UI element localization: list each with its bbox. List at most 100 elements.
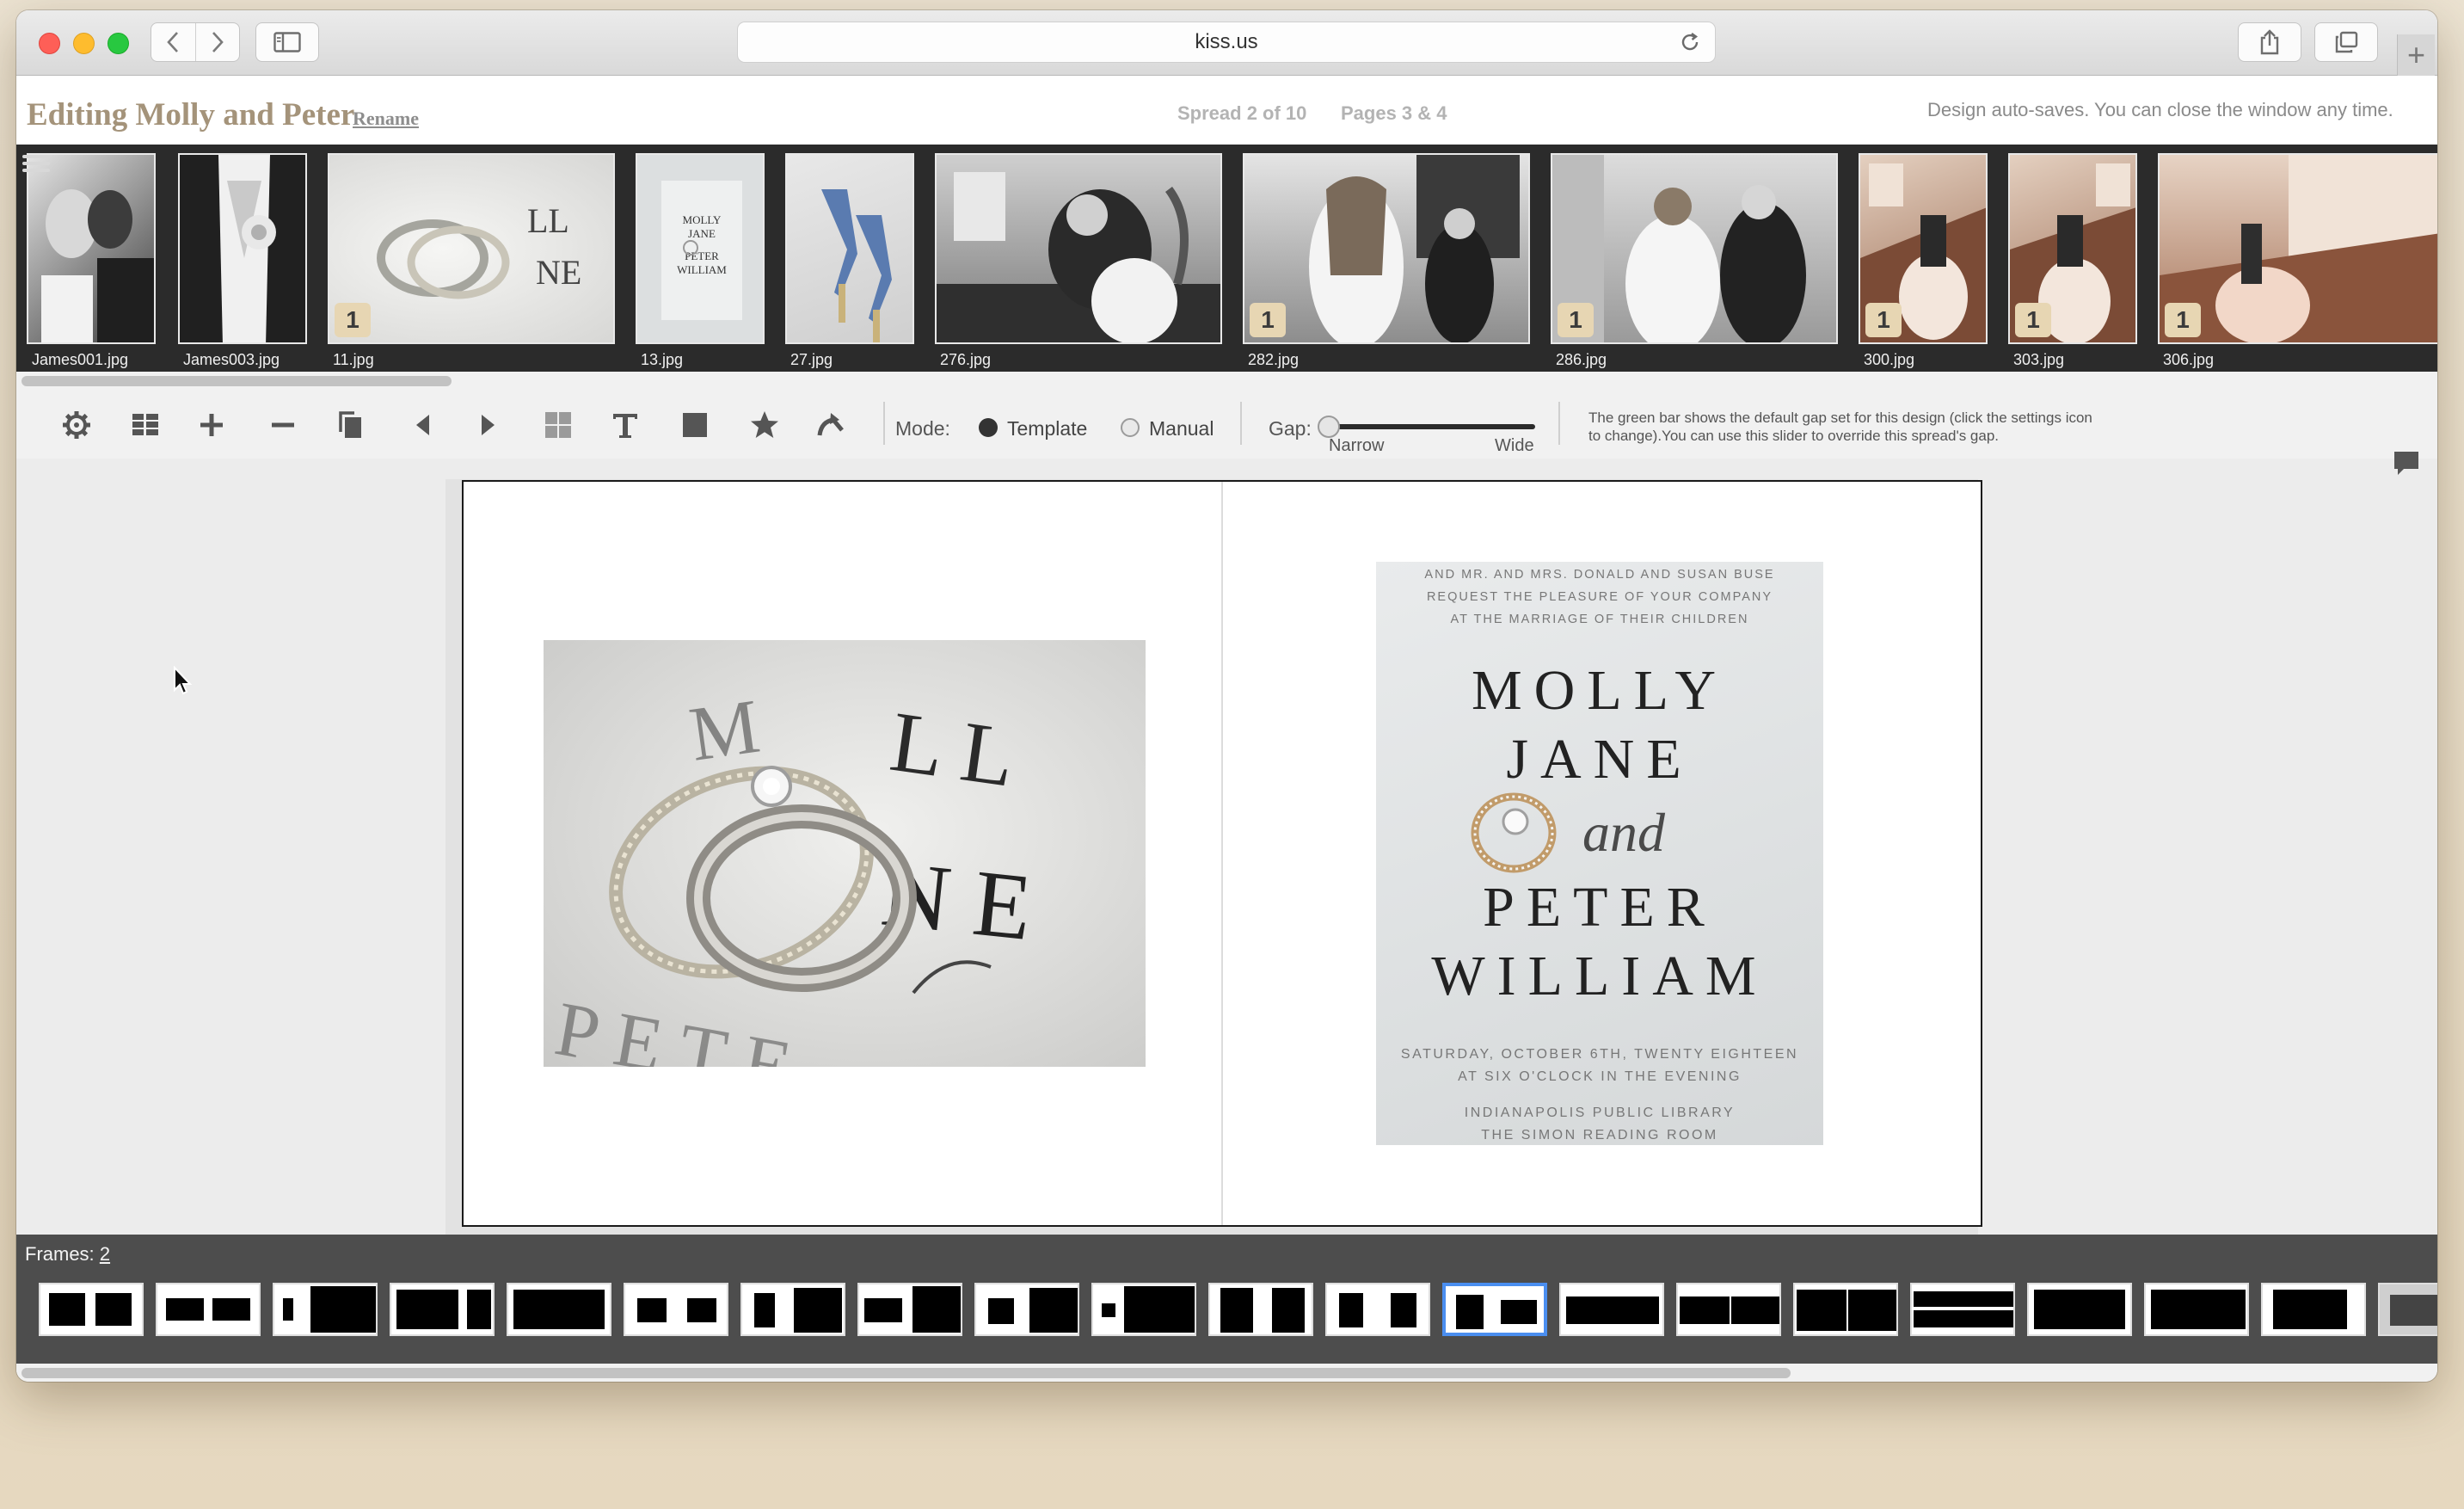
photo-thumb[interactable] xyxy=(27,153,156,344)
forward-button[interactable] xyxy=(194,23,240,61)
tabs-icon xyxy=(2335,31,2358,53)
layout-button[interactable] xyxy=(540,407,576,443)
layout-option[interactable] xyxy=(273,1283,378,1336)
photo-filename: 300.jpg xyxy=(1864,351,1915,368)
invitation-header-line: REQUEST THE PLEASURE OF YOUR COMPANY xyxy=(1426,590,1773,604)
pages-indicator: Pages 3 & 4 xyxy=(1341,102,1447,124)
layout-option[interactable] xyxy=(507,1283,611,1336)
share-button[interactable] xyxy=(2238,22,2301,62)
add-page-button[interactable] xyxy=(194,407,230,443)
frames-count[interactable]: 2 xyxy=(100,1243,110,1265)
layout-option[interactable] xyxy=(740,1283,845,1336)
rename-link[interactable]: Rename xyxy=(353,108,419,130)
photo-thumb[interactable]: 1 xyxy=(1551,153,1838,344)
previous-spread-button[interactable] xyxy=(405,407,441,443)
photo-thumb[interactable]: MOLLY JANE PETER WILLIAM xyxy=(636,153,765,344)
photo-thumb[interactable] xyxy=(935,153,1222,344)
layout-option[interactable] xyxy=(2144,1283,2249,1336)
gap-slider-knob[interactable] xyxy=(1318,416,1340,438)
layout-option[interactable] xyxy=(39,1283,144,1336)
page-title: Editing Molly and Peter xyxy=(27,97,355,132)
plus-icon: + xyxy=(2406,37,2426,72)
layout-option[interactable] xyxy=(1091,1283,1196,1336)
mode-manual-label[interactable]: Manual xyxy=(1149,417,1214,440)
spread-gutter xyxy=(1221,482,1223,1225)
photo-thumb[interactable]: 1 xyxy=(1859,153,1988,344)
photo-strip-scrollbar[interactable] xyxy=(16,372,2437,389)
invitation-header: AND MR. AND MRS. DONALD AND SUSAN BUSE R… xyxy=(1376,562,1823,631)
layout-option[interactable] xyxy=(1559,1283,1664,1336)
invitation-date: SATURDAY, OCTOBER 6TH, TWENTY EIGHTEEN A… xyxy=(1376,1044,1823,1088)
layout-option[interactable] xyxy=(1793,1283,1898,1336)
ring-icon xyxy=(1471,792,1557,873)
address-bar[interactable]: kiss.us xyxy=(737,22,1716,63)
layout-option[interactable] xyxy=(974,1283,1079,1336)
gap-slider-track[interactable] xyxy=(1325,424,1535,429)
layout-option-selected[interactable] xyxy=(1442,1283,1547,1336)
chevron-left-icon xyxy=(167,32,179,52)
tab-overview-button[interactable] xyxy=(2314,22,2378,62)
mode-template-radio[interactable] xyxy=(979,418,998,437)
svg-text:M: M xyxy=(685,684,765,778)
hamburger-menu-icon[interactable] xyxy=(20,148,52,179)
photo-thumb[interactable]: 1 xyxy=(2158,153,2437,344)
usage-badge: 1 xyxy=(335,303,371,337)
mode-manual-radio[interactable] xyxy=(1121,418,1140,437)
add-frame-button[interactable] xyxy=(677,407,713,443)
frames-scrollbar[interactable] xyxy=(16,1364,2437,1382)
photo-thumb[interactable]: LL NE 1 xyxy=(328,153,615,344)
remove-page-button[interactable] xyxy=(265,407,301,443)
comment-icon[interactable] xyxy=(2392,448,2421,477)
photo-thumb[interactable]: 1 xyxy=(1243,153,1530,344)
layout-option[interactable] xyxy=(1208,1283,1313,1336)
star-icon xyxy=(751,411,778,438)
frames-scroll-thumb[interactable] xyxy=(22,1368,1791,1378)
mode-label: Mode: xyxy=(895,417,950,440)
layout-option[interactable] xyxy=(2261,1283,2366,1336)
reload-icon[interactable] xyxy=(1679,31,1701,53)
svg-text:WILLIAM: WILLIAM xyxy=(677,263,727,276)
duplicate-button[interactable] xyxy=(333,407,369,443)
photo-filename: 282.jpg xyxy=(1248,351,1300,368)
photo-frame-left[interactable]: M L L N E P E T E xyxy=(544,640,1146,1067)
settings-button[interactable] xyxy=(58,407,95,443)
photo-frame-right[interactable]: AND MR. AND MRS. DONALD AND SUSAN BUSE R… xyxy=(1376,562,1823,1145)
photo-filename: 286.jpg xyxy=(1556,351,1607,368)
layout-option[interactable] xyxy=(1325,1283,1430,1336)
layout-option[interactable] xyxy=(156,1283,261,1336)
layout-option[interactable] xyxy=(857,1283,962,1336)
layout-option[interactable] xyxy=(2027,1283,2132,1336)
next-spread-button[interactable] xyxy=(470,407,506,443)
usage-badge: 1 xyxy=(1558,303,1594,337)
photo-filename: James003.jpg xyxy=(183,351,280,368)
invitation-date-line: AT SIX O'CLOCK IN THE EVENING xyxy=(1458,1069,1742,1084)
layout-option[interactable] xyxy=(390,1283,495,1336)
photo-thumb[interactable]: 1 xyxy=(2008,153,2137,344)
address-text: kiss.us xyxy=(1195,30,1258,53)
invitation-date-line: SATURDAY, OCTOBER 6TH, TWENTY EIGHTEEN xyxy=(1400,1047,1799,1062)
copy-icon xyxy=(339,411,361,438)
sidebar-toggle-button[interactable] xyxy=(255,22,319,62)
photo-thumb[interactable] xyxy=(785,153,914,344)
autosave-note: Design auto-saves. You can close the win… xyxy=(1927,99,2393,120)
back-button[interactable] xyxy=(151,23,195,61)
grid-view-button[interactable] xyxy=(127,407,163,443)
toolbar-divider xyxy=(883,402,885,445)
invitation-header-line: AT THE MARRIAGE OF THEIR CHILDREN xyxy=(1450,613,1749,626)
layout-option[interactable] xyxy=(2378,1283,2437,1336)
undo-icon xyxy=(817,413,844,436)
layout-option[interactable] xyxy=(624,1283,728,1336)
add-text-button[interactable] xyxy=(607,407,643,443)
photo-thumb[interactable] xyxy=(178,153,307,344)
new-tab-button[interactable]: + xyxy=(2397,34,2435,76)
undo-button[interactable] xyxy=(814,407,850,443)
photo-strip-scroll-thumb[interactable] xyxy=(22,376,452,386)
mode-template-label[interactable]: Template xyxy=(1007,417,1087,440)
layout-option[interactable] xyxy=(1910,1283,2015,1336)
favorite-button[interactable] xyxy=(747,407,783,443)
minimize-window-button[interactable] xyxy=(73,33,95,54)
toolbar-divider xyxy=(1240,402,1242,445)
close-window-button[interactable] xyxy=(39,33,60,54)
layout-option[interactable] xyxy=(1676,1283,1781,1336)
zoom-window-button[interactable] xyxy=(108,33,129,54)
